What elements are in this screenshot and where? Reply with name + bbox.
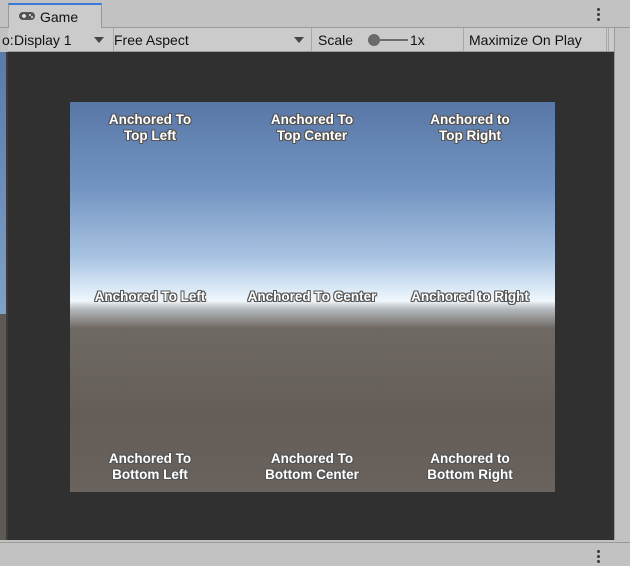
scale-label: Scale [318,31,354,48]
more-menu-icon[interactable] [597,550,601,563]
label-bottom-center: Anchored To Bottom Center [265,451,359,482]
label-right: Anchored to Right [411,289,529,304]
scale-slider-handle[interactable] [368,34,380,46]
label-center: Anchored To Center [247,289,377,304]
more-menu-icon[interactable] [597,8,601,21]
scale-control: Scale 1x [312,28,464,51]
scale-value: 1x [410,31,425,48]
chevron-down-icon [294,37,304,43]
game-viewport[interactable]: Anchored To Top Left Anchored To Top Cente… [70,102,555,492]
label-left: Anchored To Left [94,289,206,304]
game-view[interactable]: Anchored To Top Left Anchored To Top Cente… [8,52,614,540]
chevron-down-icon [94,37,104,43]
right-panel-edge [614,28,630,540]
game-toolbar: o: Display 1 Free Aspect Scale 1x Maximi… [2,28,614,52]
label-top-center: Anchored To Top Center [270,112,354,143]
bottom-panel-bar [0,542,630,566]
maximize-on-play-toggle[interactable]: Maximize On Play [464,28,607,51]
label-bottom-left: Anchored To Bottom Left [108,451,192,482]
aspect-dropdown[interactable]: Free Aspect [114,28,312,51]
display-label: Display 1 [14,31,72,48]
cut-off-control[interactable]: o: [0,28,14,51]
gamepad-icon [18,9,36,25]
tab-title: Game [40,9,79,25]
label-top-right: Anchored to Top Right [430,112,510,143]
label-top-left: Anchored To Top Left [108,112,192,143]
tab-game[interactable]: Game [8,3,102,29]
display-dropdown[interactable]: Display 1 [14,28,114,51]
left-scene-strip [0,52,8,540]
tab-bar: Game [0,0,630,29]
label-bottom-right: Anchored to Bottom Right [427,451,513,482]
aspect-label: Free Aspect [114,31,189,48]
